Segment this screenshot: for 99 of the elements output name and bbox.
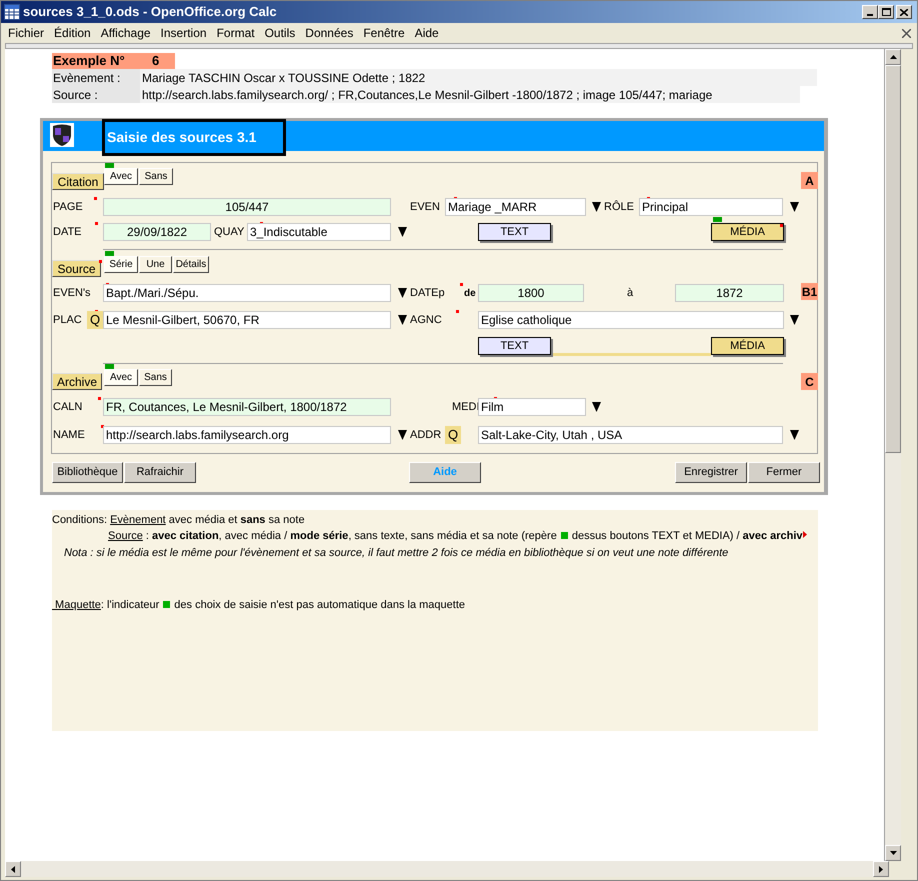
section-badge: C xyxy=(801,373,818,390)
maximize-icon xyxy=(882,8,890,16)
menu-item[interactable]: Fenêtre xyxy=(358,24,410,42)
option-button[interactable]: Une xyxy=(139,256,172,273)
form-title: Saisie des sources 3.1 xyxy=(102,119,286,156)
action-button[interactable]: MÉDIA xyxy=(711,223,784,241)
section-button[interactable]: Citation xyxy=(52,173,104,190)
section-badge: A xyxy=(801,172,818,189)
input-field[interactable]: 29/09/1822 xyxy=(103,223,211,241)
menu-item[interactable]: Aide xyxy=(410,24,444,42)
dropdown-arrow-icon[interactable] xyxy=(790,430,799,440)
field-label: RÔLE xyxy=(604,199,634,215)
menu-item[interactable]: Insertion xyxy=(156,24,212,42)
input-field[interactable]: 105/447 xyxy=(103,198,391,216)
input-field[interactable]: FR, Coutances, Le Mesnil-Gilbert, 1800/1872 xyxy=(103,398,391,416)
shield-icon xyxy=(50,123,74,147)
dropdown-arrow-icon[interactable] xyxy=(398,288,407,298)
marker-icon xyxy=(99,260,102,263)
field-label: DATE xyxy=(53,225,82,240)
menu-item[interactable]: Outils xyxy=(260,24,300,42)
vertical-scrollbar[interactable] xyxy=(884,49,901,861)
close-icon xyxy=(900,8,908,16)
field-label: ADDR xyxy=(410,428,442,443)
field-label: QUAY xyxy=(214,225,244,240)
note-text: dessus boutons TEXT et MEDIA) / avec archiv xyxy=(572,529,803,544)
field-label: NAME xyxy=(53,428,85,443)
option-button[interactable]: Série xyxy=(104,256,138,273)
row-label: Source : xyxy=(52,86,140,103)
form-button[interactable]: Fermer xyxy=(748,462,820,483)
note-text: Conditions: Evènement avec média et sans sa note xyxy=(52,513,305,528)
scroll-right-icon[interactable] xyxy=(879,866,883,872)
minimize-icon xyxy=(867,14,873,16)
dropdown-arrow-icon[interactable] xyxy=(398,227,407,237)
action-button[interactable]: MÉDIA xyxy=(711,337,784,355)
input-field[interactable]: Le Mesnil-Gilbert, 50670, FR xyxy=(103,311,391,329)
scroll-down-icon[interactable] xyxy=(890,851,896,855)
field-label: CALN xyxy=(53,400,82,415)
field-label: PAGE xyxy=(53,200,83,215)
input-field[interactable]: Bapt./Mari./Sépu. xyxy=(103,284,391,302)
example-number: 6 xyxy=(152,52,160,70)
action-button[interactable]: TEXT xyxy=(478,223,551,241)
form-button[interactable]: Enregistrer xyxy=(675,462,747,483)
dropdown-arrow-icon[interactable] xyxy=(398,430,407,440)
spreadsheet-icon xyxy=(4,4,20,20)
note-text: des choix de saisie n'est pas automatique dans la maquette xyxy=(174,598,466,613)
input-field[interactable]: http://search.labs.familysearch.org xyxy=(103,426,391,444)
dropdown-arrow-icon[interactable] xyxy=(398,315,407,325)
section-badge: B1 xyxy=(801,283,818,300)
scroll-left-icon[interactable] xyxy=(11,866,15,872)
form-button[interactable]: Bibliothèque xyxy=(52,462,123,483)
dropdown-arrow-icon[interactable] xyxy=(592,402,601,412)
option-button[interactable]: Avec xyxy=(104,168,138,185)
field-label: AGNC xyxy=(410,313,442,328)
search-button[interactable]: Q xyxy=(445,426,461,444)
option-button[interactable]: Détails xyxy=(173,256,209,273)
dropdown-arrow-icon[interactable] xyxy=(790,202,799,212)
row-value: Mariage TASCHIN Oscar x TOUSSINE Odette ; 1822 xyxy=(141,70,426,86)
example-label: Exemple N° xyxy=(52,52,126,70)
menu-item[interactable]: Édition xyxy=(49,24,96,42)
note-text: Maquette: l'indicateur xyxy=(54,598,160,613)
dropdown-arrow-icon[interactable] xyxy=(592,202,601,212)
field-label: PLAC xyxy=(53,313,82,328)
menu-item[interactable]: Format xyxy=(212,24,260,42)
note-text: Nota : si le média est le même pour l'évènement et sa source, il faut mettre 2 fois ce média en bibliothèque si on veut une note différente xyxy=(64,546,728,561)
field-label: à xyxy=(627,286,634,301)
scroll-up-icon[interactable] xyxy=(890,55,896,59)
row-value: http://search.labs.familysearch.org/ ; FR,Coutances,Le Mesnil-Gilbert -1800/1872 ; image 105/447; mariage xyxy=(141,86,712,104)
minimize-button[interactable] xyxy=(862,5,878,19)
close-button[interactable] xyxy=(896,5,912,19)
input-field[interactable]: 1872 xyxy=(675,284,784,302)
section-button[interactable]: Source xyxy=(52,260,101,277)
row-label: Evènement : xyxy=(52,69,140,86)
action-button[interactable]: TEXT xyxy=(478,337,551,355)
field-label: DATEp xyxy=(410,286,445,301)
input-field[interactable]: Eglise catholique xyxy=(478,311,784,329)
field-label-suffix: de xyxy=(464,287,476,301)
menu-item[interactable]: Affichage xyxy=(96,24,156,42)
field-label: EVEN's xyxy=(53,286,91,301)
menu-item[interactable]: Fichier xyxy=(3,24,50,42)
form-button[interactable]: Rafraichir xyxy=(124,462,196,483)
option-button[interactable]: Sans xyxy=(139,168,173,185)
input-field[interactable]: Principal xyxy=(639,198,783,216)
option-button[interactable]: Sans xyxy=(139,369,172,386)
section-button[interactable]: Archive xyxy=(52,373,102,390)
maximize-button[interactable] xyxy=(878,5,894,19)
input-field[interactable]: 1800 xyxy=(478,284,584,302)
search-button[interactable]: Q xyxy=(87,311,103,329)
horizontal-scrollbar[interactable] xyxy=(5,861,889,877)
input-field[interactable]: Salt-Lake-City, Utah , USA xyxy=(478,426,783,444)
close-icon[interactable] xyxy=(902,28,911,38)
dropdown-arrow-icon[interactable] xyxy=(790,315,799,325)
note-text: Source : avec citation, avec média / mode série, sans texte, sans média et sa note (repère xyxy=(108,529,557,544)
option-button[interactable]: Avec xyxy=(104,369,138,386)
field-label: EVEN xyxy=(410,200,440,215)
menu-item[interactable]: Données xyxy=(300,24,358,42)
input-field[interactable]: Mariage _MARR xyxy=(445,198,586,216)
window-title: sources 3_1_0.ods - OpenOffice.org Calc xyxy=(23,3,278,22)
input-field[interactable]: 3_Indiscutable xyxy=(247,223,391,241)
input-field[interactable]: Film xyxy=(478,398,586,416)
